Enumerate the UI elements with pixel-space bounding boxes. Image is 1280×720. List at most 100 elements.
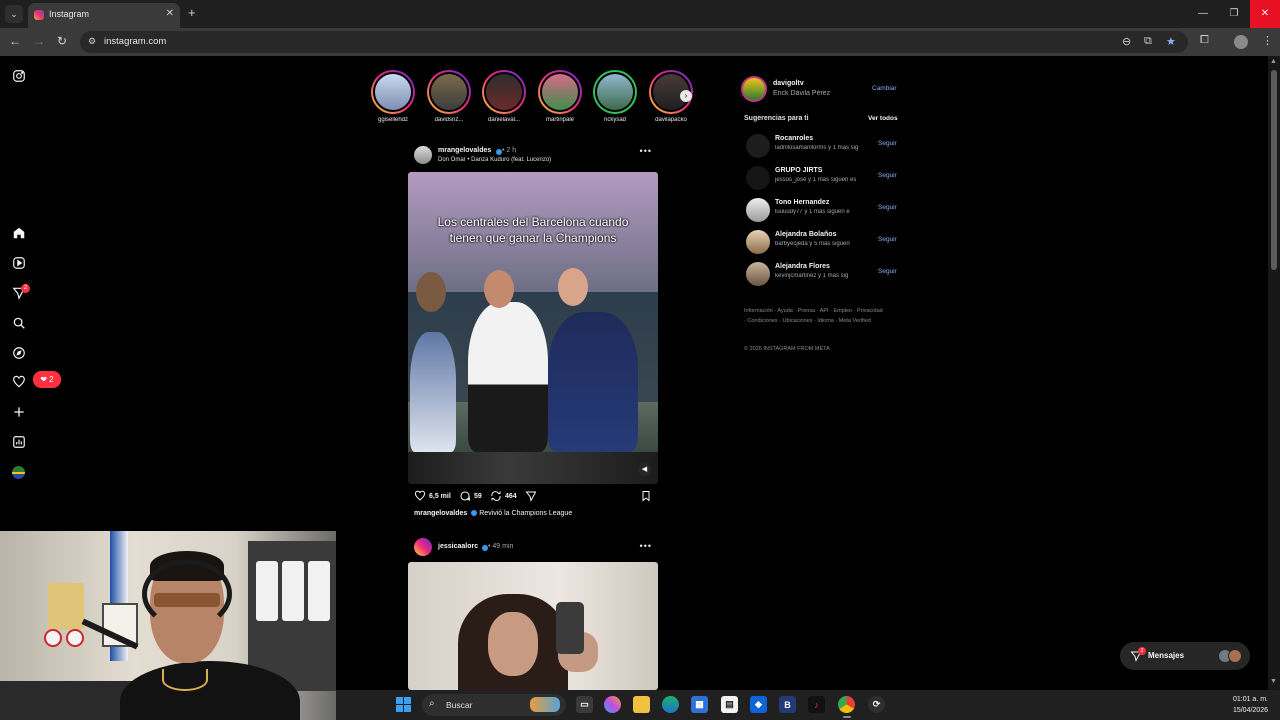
zoom-icon[interactable]: ⊖: [1122, 35, 1131, 48]
extensions-icon[interactable]: ⧠: [1200, 34, 1209, 47]
post-media-video[interactable]: Los centrales del Barcelona cuando tiene…: [408, 172, 658, 484]
dropbox-icon[interactable]: ◆: [750, 696, 767, 713]
url-text[interactable]: instagram.com: [104, 36, 166, 47]
follow-button[interactable]: Seguir: [878, 140, 897, 147]
soccer-ball: [66, 629, 84, 647]
account-avatar[interactable]: [741, 76, 767, 102]
scroll-down-icon[interactable]: ▼: [1270, 678, 1277, 685]
suggestion-name[interactable]: Rocanroles: [775, 135, 813, 142]
post-media-image[interactable]: [408, 562, 658, 690]
liked-by-username[interactable]: mrangelovaldes: [414, 510, 467, 517]
b-app-icon[interactable]: B: [779, 696, 796, 713]
create-plus-icon[interactable]: [11, 404, 27, 420]
obs-icon[interactable]: ⟳: [868, 696, 885, 713]
minimize-button[interactable]: —: [1188, 0, 1218, 28]
address-bar[interactable]: ⚙ instagram.com ⊖ ⧉ ★: [80, 31, 1188, 53]
task-view-icon[interactable]: ▭: [576, 696, 593, 713]
footer-links[interactable]: Información · Ayuda · Prensa · API · Emp…: [744, 306, 884, 326]
repost-icon: [491, 491, 501, 501]
suggestion-avatar[interactable]: [746, 230, 770, 254]
taskbar-search-label: Buscar: [446, 700, 473, 710]
switch-account-link[interactable]: Cambiar: [872, 85, 897, 92]
back-icon[interactable]: ←: [9, 34, 21, 48]
reload-icon[interactable]: ↻: [57, 34, 67, 48]
save-button[interactable]: [640, 490, 652, 502]
profile-avatar[interactable]: [12, 466, 25, 479]
search-icon[interactable]: [11, 315, 27, 331]
suggestion-avatar[interactable]: [746, 262, 770, 286]
story-item[interactable]: ggisellehdz: [370, 70, 416, 123]
instagram-logo-icon[interactable]: [11, 68, 27, 84]
post-username[interactable]: mrangelovaldes: [438, 147, 491, 154]
forward-icon[interactable]: →: [33, 34, 45, 48]
tiktok-icon[interactable]: ♪: [808, 696, 825, 713]
tab-search-button[interactable]: ⌄: [5, 5, 23, 23]
story-item[interactable]: davidsriz...: [426, 70, 472, 123]
suggestion-name[interactable]: Alejandra Bolaños: [775, 231, 836, 238]
follow-button[interactable]: Seguir: [878, 236, 897, 243]
suggestion-avatar[interactable]: [746, 166, 770, 190]
file-explorer-icon[interactable]: [633, 696, 650, 713]
story-item[interactable]: martinpale: [537, 70, 583, 123]
home-icon[interactable]: [11, 225, 27, 241]
suggestion-name[interactable]: Tono Hernandez: [775, 199, 829, 206]
see-all-link[interactable]: Ver todos: [868, 115, 898, 122]
profile-avatar-icon[interactable]: [1234, 35, 1248, 49]
taskbar-clock[interactable]: 01:01 a. m. 15/04/2026: [1233, 694, 1268, 716]
comment-button[interactable]: 59: [459, 490, 482, 502]
scroll-up-icon[interactable]: ▲: [1270, 58, 1277, 65]
suggestion-subtitle: kevinjcmartinez y 1 más sig: [775, 273, 849, 279]
chrome-icon[interactable]: [838, 696, 855, 713]
story-item[interactable]: danielaval...: [481, 70, 527, 123]
browser-tab[interactable]: Instagram ✕: [28, 3, 180, 28]
new-tab-button[interactable]: +: [188, 6, 196, 20]
post-avatar[interactable]: [414, 538, 432, 556]
suggestion-avatar[interactable]: [746, 134, 770, 158]
more-options-icon[interactable]: •••: [640, 541, 652, 551]
post-audio[interactable]: Don Omar • Danza Kuduro (feat. Lucenzo): [438, 157, 551, 163]
story-username: danielaval...: [487, 117, 521, 123]
menu-kebab-icon[interactable]: ⋮: [1262, 34, 1273, 47]
suggestion-avatar[interactable]: [746, 198, 770, 222]
suggestion-name[interactable]: GRUPO JIRTS: [775, 167, 822, 174]
follow-button[interactable]: Seguir: [878, 172, 897, 179]
suggestion-name[interactable]: Alejandra Flores: [775, 263, 830, 270]
dashboard-icon[interactable]: [11, 434, 27, 450]
close-window-button[interactable]: ✕: [1250, 0, 1280, 28]
site-info-icon[interactable]: ⚙: [88, 36, 96, 47]
story-item[interactable]: rickysad: [592, 70, 638, 123]
account-username[interactable]: davigoltv: [773, 80, 804, 87]
follow-button[interactable]: Seguir: [878, 204, 897, 211]
windows-start-icon[interactable]: [396, 697, 411, 712]
explore-icon[interactable]: [11, 345, 27, 361]
bookmark-star-icon[interactable]: ★: [1166, 35, 1176, 48]
scroll-thumb[interactable]: [1271, 70, 1277, 270]
restore-button[interactable]: ❐: [1219, 0, 1249, 28]
reels-icon[interactable]: [11, 255, 27, 271]
edge-icon[interactable]: [662, 696, 679, 713]
photo-face: [488, 612, 538, 676]
page-scrollbar[interactable]: ▲ ▼: [1268, 56, 1280, 690]
install-app-icon[interactable]: ⧉: [1144, 35, 1152, 48]
share-button[interactable]: [525, 490, 537, 502]
like-heart-icon: [414, 490, 426, 501]
post-avatar[interactable]: [414, 146, 432, 164]
like-button[interactable]: 6,5 mil: [414, 490, 451, 502]
messages-button[interactable]: 2 Mensajes: [1120, 642, 1250, 670]
notepad-icon[interactable]: ▤: [721, 696, 738, 713]
copilot-icon[interactable]: [604, 696, 621, 713]
mute-icon[interactable]: ◀: [638, 463, 651, 476]
notifications-pill[interactable]: ❤ 2: [33, 371, 61, 388]
taskbar-search[interactable]: ⌕ Buscar: [422, 694, 566, 716]
repost-button[interactable]: 464: [490, 490, 517, 502]
stories-next-icon[interactable]: ›: [680, 90, 692, 102]
notifications-heart-icon[interactable]: [11, 374, 27, 390]
more-options-icon[interactable]: •••: [640, 146, 652, 156]
post-username[interactable]: jessicaalorc: [438, 543, 478, 550]
follow-button[interactable]: Seguir: [878, 268, 897, 275]
suggestion-subtitle: ladrillosamarillorms y 1 más sig: [775, 145, 859, 151]
tab-close-icon[interactable]: ✕: [166, 8, 174, 19]
story-username: davilapacko: [655, 117, 687, 123]
microsoft-store-icon[interactable]: ▦: [691, 696, 708, 713]
liked-text: Revivió la Champions League: [479, 510, 573, 517]
